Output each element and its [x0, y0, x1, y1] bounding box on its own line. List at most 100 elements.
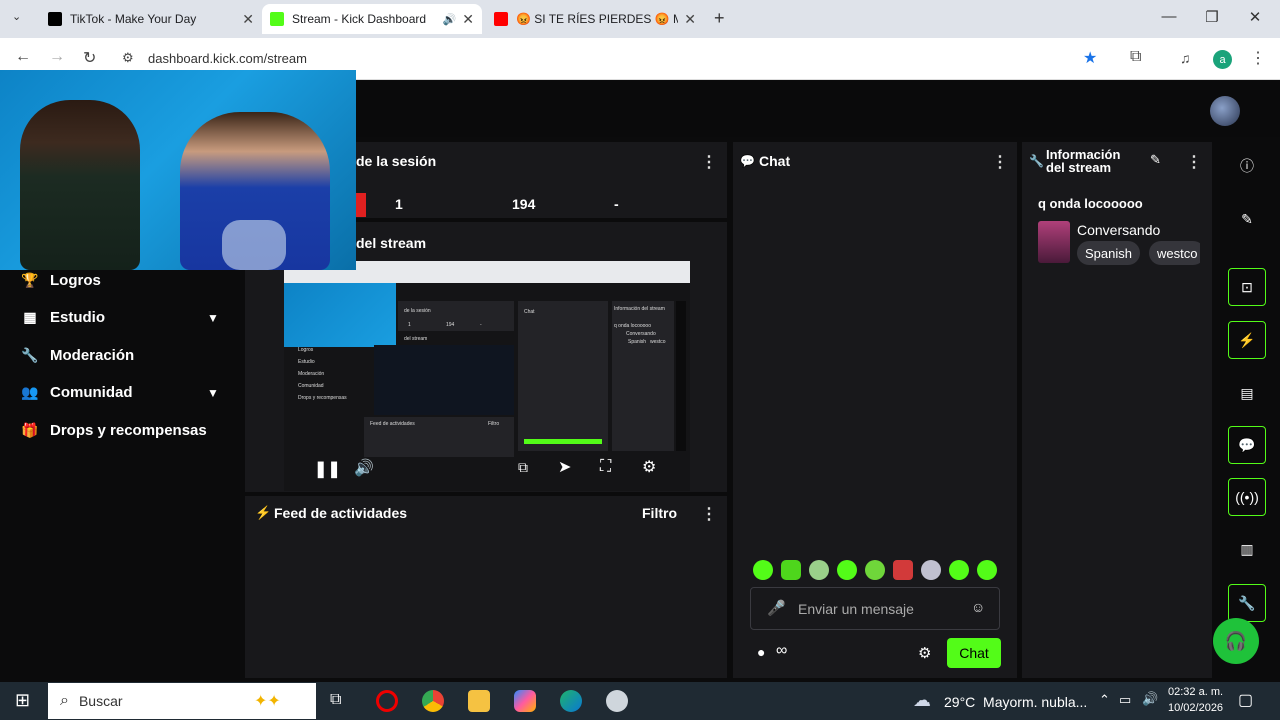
tag-spanish[interactable]: Spanish	[1077, 241, 1140, 265]
emote-7[interactable]	[921, 560, 941, 580]
microphone-icon[interactable]: 🎤	[767, 599, 786, 617]
session-stat-followers: 1	[395, 196, 403, 212]
sidebar-item-label: Logros	[50, 272, 101, 289]
mini-label: del stream	[404, 336, 428, 342]
info-icon[interactable]: ⓘ	[1228, 147, 1266, 185]
focus-mode-icon[interactable]: ⊡	[1228, 268, 1266, 306]
notes-icon[interactable]: ▤	[1228, 374, 1266, 412]
tiktok-icon	[48, 12, 62, 26]
recording-app-icon[interactable]	[606, 690, 628, 712]
session-stat-other: -	[614, 196, 619, 212]
chevron-down-icon[interactable]: ▼	[207, 311, 219, 325]
emote-4[interactable]	[837, 560, 857, 580]
bookmark-star-icon[interactable]: ★	[1083, 48, 1097, 68]
volume-icon[interactable]: 🔊	[354, 458, 374, 478]
more-options-icon[interactable]: ⋮	[1186, 152, 1202, 172]
close-icon[interactable]: ✕	[242, 11, 254, 28]
task-view-icon[interactable]: ⧉	[330, 691, 341, 709]
mini-webcam	[284, 283, 396, 347]
chat-message-input[interactable]: 🎤 Enviar un mensaje ☺	[750, 587, 1000, 630]
sidebar-item-logros[interactable]: 🏆 Logros	[20, 272, 101, 289]
emote-2[interactable]	[781, 560, 801, 580]
fullscreen-icon[interactable]: ⛶	[600, 458, 611, 476]
chrome-icon[interactable]	[422, 690, 444, 712]
settings-gear-icon[interactable]: ⚙	[642, 457, 656, 477]
support-headset-icon[interactable]: 🎧	[1213, 618, 1259, 664]
broadcast-icon[interactable]: ((•))	[1228, 478, 1266, 516]
weather-text[interactable]: 29°C Mayorm. nubla...	[944, 694, 1087, 710]
site-info-icon[interactable]: ⚙	[122, 50, 134, 66]
speaker-icon[interactable]: 🔊	[443, 13, 457, 26]
file-explorer-icon[interactable]	[468, 690, 490, 712]
tab-title: TikTok - Make Your Day	[70, 12, 197, 26]
user-avatar[interactable]	[1210, 96, 1240, 126]
pause-icon[interactable]: ❚❚	[314, 459, 341, 479]
tag-westco[interactable]: westco	[1149, 241, 1200, 265]
network-icon[interactable]: ▭	[1119, 692, 1131, 708]
clock-date[interactable]: 10/02/2026	[1168, 702, 1223, 714]
edit-pencil-icon[interactable]: ✎	[1150, 152, 1161, 168]
emoji-icon[interactable]: ☺	[971, 599, 985, 615]
media-control-icon[interactable]: ♫	[1180, 50, 1191, 66]
opera-icon[interactable]	[376, 690, 398, 712]
emote-5[interactable]	[865, 560, 885, 580]
chat-send-button[interactable]: Chat	[947, 638, 1001, 668]
more-options-icon[interactable]: ⋮	[701, 504, 717, 524]
edit-pencil-icon[interactable]: ✎	[1228, 200, 1266, 238]
emote-6[interactable]	[893, 560, 913, 580]
stream-video-player[interactable]: de la sesión 1 194 - del stream Chat Inf…	[284, 261, 690, 491]
session-panel-title: de la sesión	[356, 153, 437, 169]
restore-button[interactable]: ❐	[1197, 8, 1227, 26]
water-bottle	[222, 220, 286, 270]
sidebar-item-estudio[interactable]: ▦ Estudio	[20, 309, 105, 326]
points-icon[interactable]: ●	[757, 644, 765, 660]
emote-1[interactable]	[753, 560, 773, 580]
extensions-icon[interactable]: ⧉	[1130, 48, 1141, 66]
close-icon[interactable]: ✕	[462, 11, 474, 28]
system-tray-chevron-icon[interactable]: ⌃	[1099, 692, 1110, 708]
emote-3[interactable]	[809, 560, 829, 580]
chevron-down-icon[interactable]: ▼	[207, 386, 219, 400]
tab-youtube[interactable]: 😡 SI TE RÍES PIERDES 😡 MEM ✕	[486, 4, 704, 34]
more-options-icon[interactable]: ⋮	[992, 152, 1008, 172]
close-window-button[interactable]: ✕	[1240, 8, 1270, 26]
browser-menu-icon[interactable]: ⋮	[1250, 48, 1266, 68]
copilot-icon[interactable]	[514, 690, 536, 712]
sidebar-item-comunidad[interactable]: 👥 Comunidad	[20, 384, 132, 401]
chat-icon[interactable]: 💬	[1228, 426, 1266, 464]
forward-button[interactable]: →	[49, 48, 65, 66]
clock-time[interactable]: 02:32 a. m.	[1168, 686, 1223, 698]
taskbar-search[interactable]: ⌕ Buscar ✦✦	[48, 683, 316, 719]
more-options-icon[interactable]: ⋮	[701, 152, 717, 172]
windows-start-icon[interactable]: ⊞	[15, 690, 30, 711]
wrench-icon[interactable]: 🔧	[1228, 584, 1266, 622]
sidebar-item-moderacion[interactable]: 🔧 Moderación	[20, 347, 134, 364]
tab-list-button[interactable]: ⌄	[12, 10, 21, 23]
bolt-icon[interactable]: ⚡	[1228, 321, 1266, 359]
close-icon[interactable]: ✕	[684, 11, 696, 28]
tab-kick-dashboard[interactable]: Stream - Kick Dashboard 🔊 ✕	[262, 4, 482, 34]
mini-label: de la sesión	[404, 308, 431, 314]
back-button[interactable]: ←	[15, 48, 31, 66]
tab-title: 😡 SI TE RÍES PIERDES 😡 MEM	[516, 12, 679, 26]
mini-label: Comunidad	[298, 383, 324, 389]
session-stat-viewers: 194	[512, 196, 536, 212]
chat-settings-icon[interactable]: ⚙	[918, 644, 931, 662]
sidebar-item-drops[interactable]: 🎁 Drops y recompensas	[20, 422, 206, 439]
volume-icon[interactable]: 🔊	[1142, 691, 1158, 707]
filter-button[interactable]: Filtro	[642, 505, 677, 521]
new-tab-button[interactable]: +	[714, 8, 725, 29]
reload-button[interactable]: ↻	[83, 48, 96, 68]
profile-avatar[interactable]: a	[1213, 50, 1232, 69]
layout-icon[interactable]: ▥	[1228, 530, 1266, 568]
tab-tiktok[interactable]: TikTok - Make Your Day ✕	[40, 4, 262, 34]
pip-icon[interactable]: ⧉	[518, 459, 528, 476]
emote-8[interactable]	[949, 560, 969, 580]
emote-9[interactable]	[977, 560, 997, 580]
url-field[interactable]: dashboard.kick.com/stream	[148, 51, 307, 66]
minimize-button[interactable]: —	[1154, 8, 1184, 25]
kick-logo-icon	[270, 12, 284, 26]
notifications-icon[interactable]: ▢	[1238, 690, 1253, 710]
wrench-icon: 🔧	[21, 347, 39, 363]
edge-icon[interactable]	[560, 690, 582, 712]
